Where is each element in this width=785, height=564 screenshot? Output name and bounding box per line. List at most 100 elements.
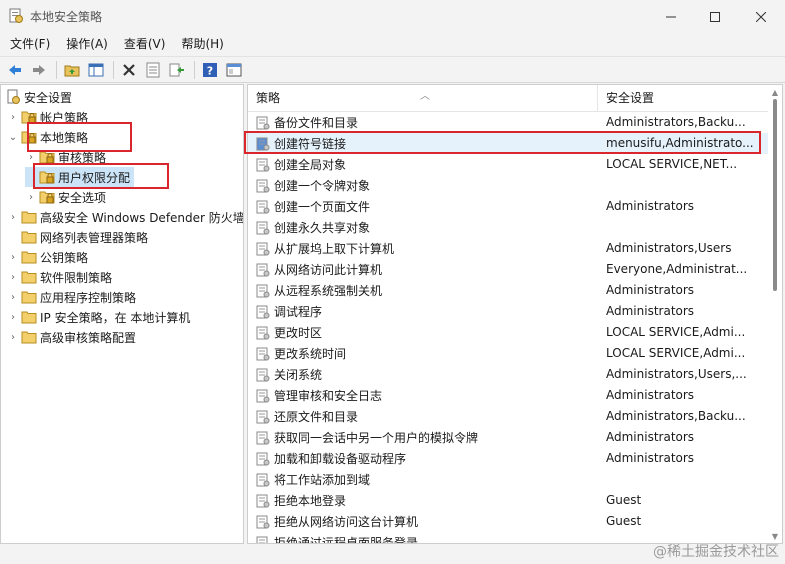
tree-item[interactable]: › 公钥策略 bbox=[7, 247, 88, 267]
policy-name: 还原文件和目录 bbox=[274, 410, 359, 424]
show-hide-tree-button[interactable] bbox=[85, 59, 107, 81]
expand-chevron-icon[interactable]: › bbox=[7, 247, 19, 267]
policy-cell: 从扩展坞上取下计算机 bbox=[256, 238, 394, 259]
policy-cell: 创建全局对象 bbox=[256, 154, 346, 175]
policy-cell: 备份文件和目录 bbox=[256, 112, 358, 133]
vertical-scrollbar[interactable]: ▲ ▼ bbox=[768, 85, 782, 543]
policy-item-icon bbox=[256, 536, 268, 543]
policy-row[interactable]: 备份文件和目录 Administrators,Backu... bbox=[248, 112, 768, 133]
back-button[interactable] bbox=[4, 59, 26, 81]
policy-row[interactable]: 创建全局对象 LOCAL SERVICE,NET... bbox=[248, 154, 768, 175]
policy-row[interactable]: 加载和卸载设备驱动程序 Administrators bbox=[248, 448, 768, 469]
menu-file[interactable]: 文件(F) bbox=[4, 33, 56, 55]
policy-row[interactable]: 将工作站添加到域 bbox=[248, 469, 768, 490]
help-button[interactable]: ? bbox=[199, 59, 221, 81]
console-tree: 安全设置 › 帐户策略 ⌄ 本地策略 › 审核策略 用户权限分配 › 安全选项 › 高级安全 Win… bbox=[0, 84, 244, 544]
policy-row[interactable]: 创建一个页面文件 Administrators bbox=[248, 196, 768, 217]
security-policy-app-icon bbox=[9, 8, 23, 23]
policy-row[interactable]: 关闭系统 Administrators,Users,... bbox=[248, 364, 768, 385]
policy-name: 创建一个页面文件 bbox=[274, 200, 371, 214]
up-folder-icon bbox=[64, 65, 80, 76]
export-icon bbox=[169, 63, 184, 76]
delete-icon bbox=[123, 63, 135, 76]
menu-action[interactable]: 操作(A) bbox=[60, 33, 114, 55]
tree-item[interactable]: › IP 安全策略，在 本地计算机 bbox=[7, 307, 190, 327]
policy-row[interactable]: 从扩展坞上取下计算机 Administrators,Users bbox=[248, 238, 768, 259]
policy-cell: 拒绝从网络访问这台计算机 bbox=[256, 511, 418, 532]
tree-item[interactable]: › 软件限制策略 bbox=[7, 267, 112, 287]
column-header-policy[interactable]: 策略 ︿ bbox=[248, 85, 598, 112]
policy-row[interactable]: 管理审核和安全日志 Administrators bbox=[248, 385, 768, 406]
policy-name: 从扩展坞上取下计算机 bbox=[274, 242, 395, 256]
policy-row[interactable]: 更改时区 LOCAL SERVICE,Admi... bbox=[248, 322, 768, 343]
policy-name: 创建一个令牌对象 bbox=[274, 179, 371, 193]
maximize-button[interactable] bbox=[692, 0, 738, 33]
policy-row[interactable]: 创建永久共享对象 bbox=[248, 217, 768, 238]
scrollbar-thumb[interactable] bbox=[773, 99, 777, 291]
security-setting-value: LOCAL SERVICE,NET... bbox=[606, 157, 738, 171]
folder-icon bbox=[21, 251, 37, 264]
folder-icon bbox=[21, 331, 37, 344]
tree-item[interactable]: 网络列表管理器策略 bbox=[7, 227, 148, 247]
minimize-button[interactable] bbox=[648, 0, 694, 33]
tree-item[interactable]: › 高级审核策略配置 bbox=[7, 327, 136, 347]
policy-row[interactable]: 更改系统时间 LOCAL SERVICE,Admi... bbox=[248, 343, 768, 364]
delete-button[interactable] bbox=[118, 59, 140, 81]
expand-chevron-icon[interactable]: › bbox=[7, 327, 19, 347]
security-setting-value: Administrators,Backu... bbox=[606, 115, 746, 129]
policy-name: 管理审核和安全日志 bbox=[274, 389, 383, 403]
column-header-setting[interactable]: 安全设置 bbox=[598, 85, 758, 112]
policy-row[interactable]: 调试程序 Administrators bbox=[248, 301, 768, 322]
policy-folder-icon bbox=[39, 191, 55, 204]
show-hide-tree-icon bbox=[88, 63, 104, 76]
security-setting-value: Guest bbox=[606, 514, 642, 528]
minimize-icon bbox=[666, 16, 676, 17]
policy-cell: 拒绝本地登录 bbox=[256, 490, 346, 511]
policy-cell: 加载和卸载设备驱动程序 bbox=[256, 448, 406, 469]
policy-cell: 更改时区 bbox=[256, 322, 322, 343]
expand-chevron-icon[interactable]: › bbox=[7, 107, 19, 127]
expand-chevron-icon[interactable]: › bbox=[7, 267, 19, 287]
policy-cell: 还原文件和目录 bbox=[256, 406, 358, 427]
maximize-icon bbox=[710, 11, 720, 22]
export-list-button[interactable] bbox=[166, 59, 188, 81]
console-button[interactable] bbox=[223, 59, 245, 81]
tree-item[interactable]: › 高级安全 Windows Defender 防火墙 bbox=[7, 207, 243, 227]
security-setting-value: LOCAL SERVICE,Admi... bbox=[606, 325, 746, 339]
policy-cell: 调试程序 bbox=[256, 301, 322, 322]
tree-item[interactable]: › 安全选项 bbox=[25, 187, 106, 207]
security-setting-value: Administrators bbox=[606, 388, 695, 402]
policy-name: 加载和卸载设备驱动程序 bbox=[274, 452, 407, 466]
policy-item-icon bbox=[256, 179, 270, 192]
policy-name: 从远程系统强制关机 bbox=[274, 284, 383, 298]
policy-row[interactable]: 还原文件和目录 Administrators,Backu... bbox=[248, 406, 768, 427]
tree-item[interactable]: › 应用程序控制策略 bbox=[7, 287, 136, 307]
highlight-box-symlink-row bbox=[244, 131, 761, 154]
tree-item-security-settings[interactable]: 安全设置 bbox=[5, 87, 72, 107]
expand-chevron-icon[interactable]: › bbox=[25, 187, 37, 207]
expand-chevron-icon[interactable]: › bbox=[7, 307, 19, 327]
policy-row[interactable]: 拒绝本地登录 Guest bbox=[248, 490, 768, 511]
expand-chevron-icon[interactable]: › bbox=[7, 207, 19, 227]
policy-row[interactable]: 获取同一会话中另一个用户的模拟令牌 Administrators bbox=[248, 427, 768, 448]
policy-row[interactable]: 从远程系统强制关机 Administrators bbox=[248, 280, 768, 301]
close-button[interactable] bbox=[738, 0, 784, 33]
collapse-chevron-icon[interactable]: ⌄ bbox=[7, 127, 19, 147]
expand-chevron-icon[interactable]: › bbox=[7, 287, 19, 307]
security-setting-value: Administrators,Users bbox=[606, 241, 732, 255]
policy-row[interactable]: 拒绝从网络访问这台计算机 Guest bbox=[248, 511, 768, 532]
policy-cell: 拒绝通过远程桌面服务登录 bbox=[256, 532, 418, 543]
policy-item-icon bbox=[256, 326, 270, 339]
scroll-up-icon[interactable]: ▲ bbox=[768, 85, 782, 99]
policy-cell: 创建一个页面文件 bbox=[256, 196, 370, 217]
policy-row[interactable]: 从网络访问此计算机 Everyone,Administrat... bbox=[248, 259, 768, 280]
up-folder-button[interactable] bbox=[61, 59, 83, 81]
toolbar: ? bbox=[0, 56, 785, 83]
properties-button[interactable] bbox=[142, 59, 164, 81]
policy-row[interactable]: 创建一个令牌对象 bbox=[248, 175, 768, 196]
forward-button[interactable] bbox=[28, 59, 50, 81]
menu-help[interactable]: 帮助(H) bbox=[175, 33, 229, 55]
menu-view[interactable]: 查看(V) bbox=[118, 33, 172, 55]
policy-name: 更改系统时间 bbox=[274, 347, 347, 361]
policy-item-icon bbox=[256, 263, 270, 276]
